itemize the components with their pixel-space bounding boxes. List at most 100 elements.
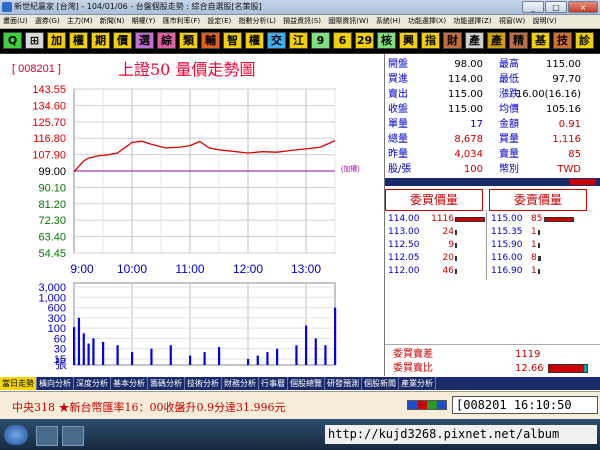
quote-stat-row: 總量 8,678 買量 1,116 xyxy=(385,132,600,147)
menu-item[interactable]: 功能選擇(Z) xyxy=(453,17,491,25)
bid-price: 112.00 xyxy=(388,266,420,276)
volume-bar xyxy=(189,355,192,365)
toolbar-button[interactable]: 價 xyxy=(113,32,132,49)
window-title: 新世紀贏家 [台灣] - 104/01/06 - 台盤個股走勢 : 綜合自選股[… xyxy=(14,2,262,11)
maximize-button[interactable]: □ xyxy=(545,1,567,13)
toolbar-button[interactable]: Q xyxy=(3,32,22,49)
ask-qty: 8 xyxy=(531,253,537,263)
tab-forecast[interactable]: 研發預測 xyxy=(325,377,362,390)
toolbar-button[interactable]: 江 xyxy=(289,32,308,49)
toolbar-button[interactable]: 智 xyxy=(223,32,242,49)
volume-bar xyxy=(305,325,308,365)
tab-industry[interactable]: 產業分析 xyxy=(399,377,436,390)
taskbar-app-icon[interactable] xyxy=(62,426,84,446)
toolbar-button[interactable]: 29 xyxy=(355,32,374,49)
minimize-button[interactable]: _ xyxy=(522,1,544,13)
menu-item[interactable]: 期權(Y) xyxy=(132,17,156,25)
close-button[interactable]: × xyxy=(568,1,598,13)
ask-qty-bar xyxy=(538,230,540,235)
tab-chips[interactable]: 籌碼分析 xyxy=(148,377,185,390)
ticker-code: [008201 xyxy=(456,398,507,412)
toolbar-button[interactable]: 加 xyxy=(47,32,66,49)
menu-item[interactable]: 主力(M) xyxy=(67,17,93,25)
menu-item[interactable]: 選券(G) xyxy=(35,17,60,25)
price-tick-label: 99.00 xyxy=(38,166,66,178)
book-divider xyxy=(486,212,487,280)
tab-overview[interactable]: 個股總覽 xyxy=(288,377,325,390)
menu-item[interactable]: 說明(V) xyxy=(532,17,556,25)
menu-item[interactable]: 功能選擇(X) xyxy=(408,17,446,25)
ask-price: 116.00 xyxy=(491,253,523,263)
bid-qty-bar xyxy=(455,230,457,235)
toolbar-button[interactable]: 9 xyxy=(311,32,330,49)
toolbar-button[interactable]: 產 xyxy=(487,32,506,49)
menu-item[interactable]: 視窗(W) xyxy=(499,17,525,25)
tab-fundamental[interactable]: 基本分析 xyxy=(111,377,148,390)
bid-qty: 24 xyxy=(442,227,454,237)
menu-item[interactable]: 指數分析(L) xyxy=(238,17,275,25)
tab-technical[interactable]: 技術分析 xyxy=(185,377,222,390)
menu-item[interactable]: 設定(E) xyxy=(207,17,231,25)
toolbar-button[interactable]: 輔 xyxy=(201,32,220,49)
quote-stat-label: 總量 xyxy=(388,134,408,145)
bid-qty: 20 xyxy=(442,253,454,263)
tab-intraday[interactable]: 當日走勢 xyxy=(0,377,37,390)
toolbar-button[interactable]: ⊞ xyxy=(25,32,44,49)
menu-item[interactable]: 新聞(N) xyxy=(100,17,125,25)
quote-stat-row: 收盤 115.00 均價 105.16 xyxy=(385,102,600,117)
volume-bar xyxy=(295,345,298,365)
quote-stat-value: 114.00 xyxy=(448,74,483,85)
start-button[interactable] xyxy=(4,425,28,445)
volume-bar xyxy=(276,348,279,365)
ticker-clock-box: [008201 16:10:50 xyxy=(452,396,598,414)
tab-news[interactable]: 個股新聞 xyxy=(362,377,399,390)
toolbar-button[interactable]: 選 xyxy=(135,32,154,49)
ask-qty: 1 xyxy=(531,266,537,276)
toolbar-button[interactable]: 興 xyxy=(399,32,418,49)
bid-price: 113.00 xyxy=(388,227,420,237)
toolbar-button[interactable]: 診 xyxy=(575,32,594,49)
ask-qty: 85 xyxy=(531,214,543,224)
volume-bar xyxy=(256,355,259,365)
toolbar-button[interactable]: 類 xyxy=(179,32,198,49)
toolbar-button[interactable]: 權 xyxy=(69,32,88,49)
toolbar-button[interactable]: 期 xyxy=(91,32,110,49)
menu-item[interactable]: 系統(H) xyxy=(376,17,401,25)
volume-bar xyxy=(92,338,95,365)
chart-panel: [ 008201 ] 上證50 量價走勢圖 (加權) 143.55 134.60 1… xyxy=(0,54,385,376)
tab-depth[interactable]: 深度分析 xyxy=(74,377,111,390)
toolbar-button[interactable]: 財 xyxy=(443,32,462,49)
quote-stat-value: 0.91 xyxy=(558,119,581,130)
toolbar-button[interactable]: 交 xyxy=(267,32,286,49)
menu-item[interactable]: 匯市利率(F) xyxy=(163,17,201,25)
toolbar-button[interactable]: 綜 xyxy=(157,32,176,49)
quote-stat-value: 4,034 xyxy=(454,149,483,160)
price-line xyxy=(73,140,336,173)
bid-header: 委買價量 xyxy=(385,189,483,211)
toolbar-button[interactable]: 權 xyxy=(245,32,264,49)
toolbar-button[interactable]: 產 xyxy=(465,32,484,49)
toolbar-button[interactable]: 技 xyxy=(553,32,572,49)
quote-panel: 開盤 98.00 最高 115.00 買進 114.00 最低 97.70 賣出 115.00 漲跌… xyxy=(385,54,600,376)
quote-stat-label: 昨量 xyxy=(388,149,408,160)
toolbar-button[interactable]: 6 xyxy=(333,32,352,49)
quote-stat-row: 賣出 115.00 漲跌 16.00(16.16) xyxy=(385,87,600,102)
quote-stat-label: 最低 xyxy=(499,74,519,85)
menu-item[interactable]: 國際資訊(W) xyxy=(328,17,368,25)
ask-qty-bar xyxy=(538,256,541,261)
menu-item[interactable]: 損益資訊(S) xyxy=(283,17,321,25)
toolbar-button[interactable]: 核 xyxy=(377,32,396,49)
toolbar-button[interactable]: 指 xyxy=(421,32,440,49)
menu-item[interactable]: 畫面(U) xyxy=(3,17,28,25)
toolbar-button[interactable]: 基 xyxy=(531,32,550,49)
volume-bar xyxy=(324,345,327,365)
price-tick-label: 90.10 xyxy=(38,182,66,194)
quote-stat-label: 最高 xyxy=(499,59,519,70)
time-tick-label: 10:00 xyxy=(117,262,147,276)
tab-financial[interactable]: 財務分析 xyxy=(222,377,259,390)
taskbar-app-icon[interactable] xyxy=(36,426,58,446)
tab-calendar[interactable]: 行事曆 xyxy=(259,377,288,390)
tab-horizontal[interactable]: 橫向分析 xyxy=(37,377,74,390)
toolbar-button[interactable]: 精 xyxy=(509,32,528,49)
watermark-url: http://kujd3268.pixnet.net/album xyxy=(325,425,597,444)
